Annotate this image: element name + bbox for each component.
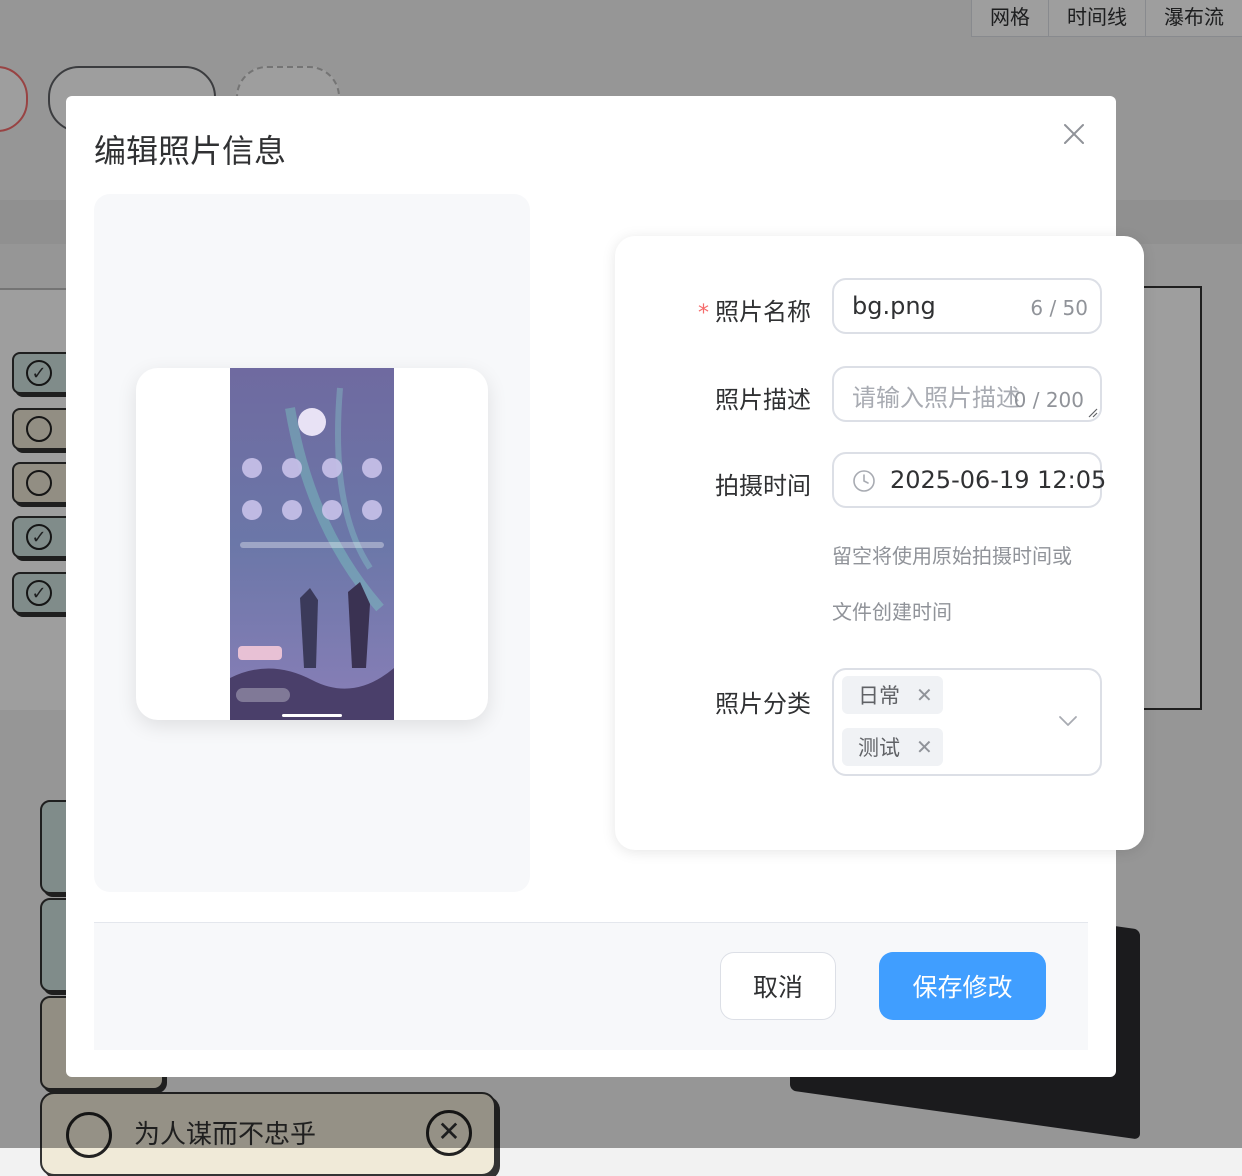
photo-description-textarea[interactable]: 请输入照片描述 0 / 200 [832,366,1102,422]
save-button[interactable]: 保存修改 [879,952,1046,1020]
photo-name-input[interactable]: bg.png 6 / 50 [832,278,1102,334]
taken-time-hint-line1: 留空将使用原始拍摄时间或 [832,544,1072,568]
description-counter: 0 / 200 [1013,388,1084,412]
category-tag: 测试 ✕ [842,728,943,766]
dialog-title: 编辑照片信息 [94,132,287,170]
taken-time-picker[interactable]: 2025-06-19 12:05 [832,452,1106,508]
dialog-footer: 取消 保存修改 [94,922,1088,1050]
taken-time-label: 拍摄时间 [715,472,811,500]
tag-label: 日常 [858,684,900,708]
edit-photo-dialog: 编辑照片信息 * 照片名称 bg.png 6 / 50 照片描述 请输入照片描述… [66,96,1144,1077]
category-label: 照片分类 [715,690,811,718]
photo-name-counter: 6 / 50 [1030,296,1088,320]
description-label: 照片描述 [715,386,811,414]
name-label: * 照片名称 [698,292,811,327]
chevron-down-icon[interactable] [1058,714,1078,728]
photo-thumbnail[interactable] [230,368,394,720]
tag-close-icon[interactable]: ✕ [916,735,933,759]
resize-handle-icon[interactable] [1086,406,1098,418]
close-icon[interactable] [1060,120,1088,148]
required-mark: * [698,301,709,326]
category-select[interactable]: 日常 ✕ 测试 ✕ [832,668,1102,776]
taken-time-hint-line2: 文件创建时间 [832,600,952,624]
photo-preview-card [136,368,488,720]
category-tag: 日常 ✕ [842,676,943,714]
taken-time-value: 2025-06-19 12:05 [890,466,1107,494]
name-label-text: 照片名称 [715,298,811,326]
description-placeholder: 请输入照片描述 [852,384,1020,412]
tag-label: 测试 [858,736,900,760]
clock-icon [853,470,875,492]
cancel-button[interactable]: 取消 [720,952,836,1020]
photo-info-form: * 照片名称 bg.png 6 / 50 照片描述 请输入照片描述 0 / 200… [615,236,1144,850]
photo-preview-panel [94,194,530,892]
tag-close-icon[interactable]: ✕ [916,683,933,707]
photo-name-value: bg.png [852,292,936,320]
